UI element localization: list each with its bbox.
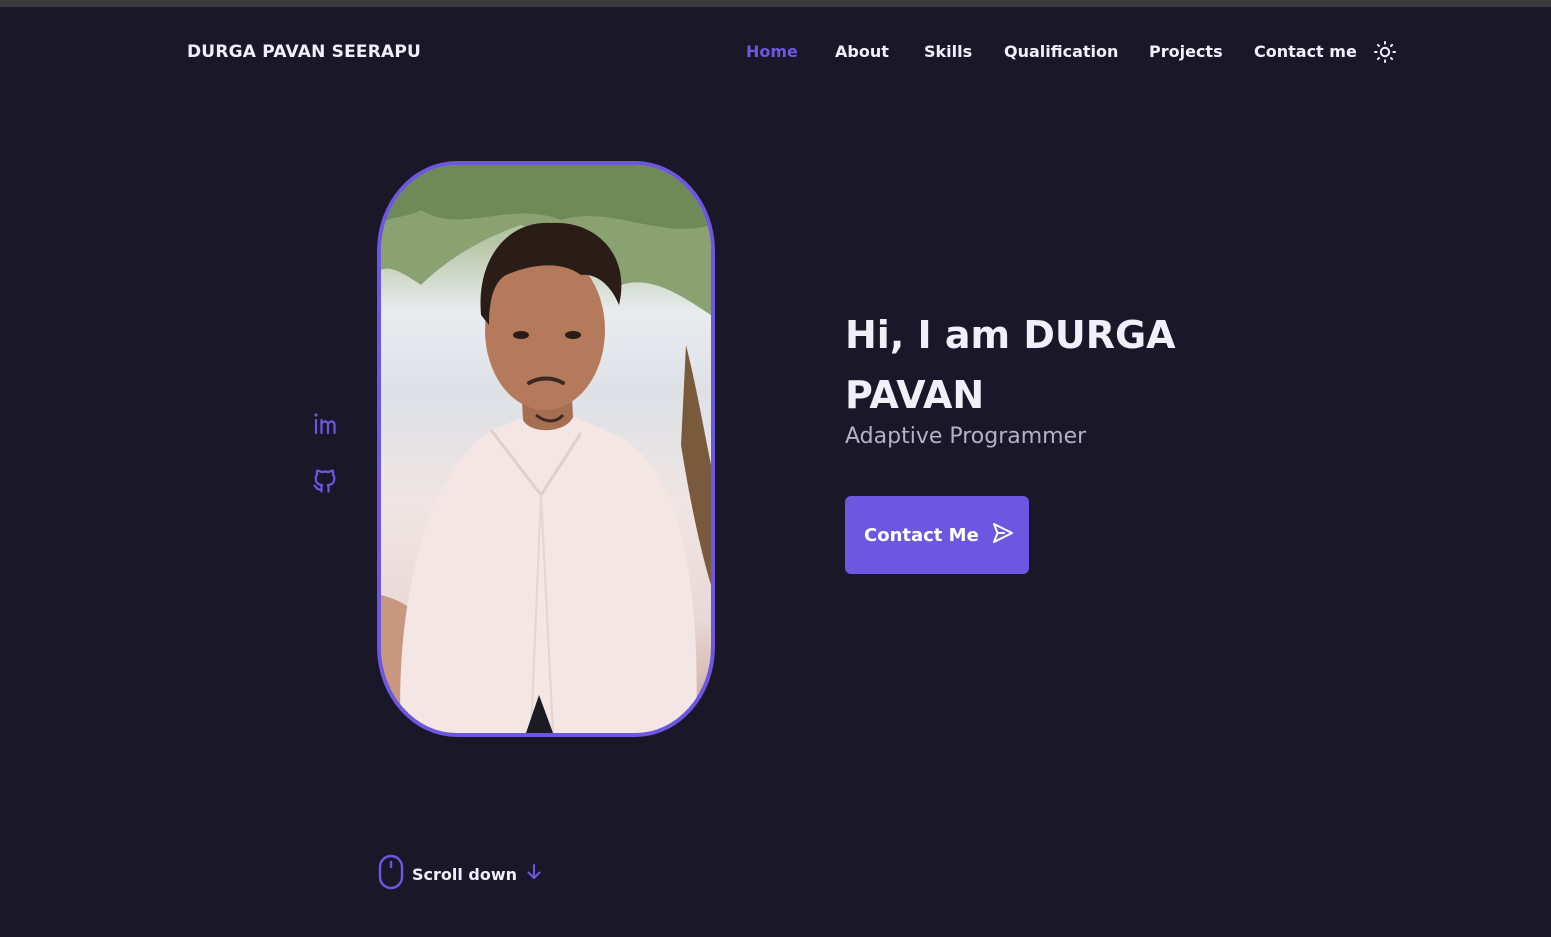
site-logo[interactable]: DURGA PAVAN SEERAPU [187, 42, 421, 62]
browser-top-strip [0, 0, 1551, 7]
nav-projects[interactable]: Projects [1149, 42, 1223, 61]
nav-qualification[interactable]: Qualification [1004, 42, 1118, 61]
nav-about[interactable]: About [835, 42, 889, 61]
arrow-down-icon [527, 864, 541, 884]
site-header: DURGA PAVAN SEERAPU Home About Skills Qu… [0, 7, 1551, 97]
linkedin-icon[interactable] [311, 410, 339, 438]
send-icon [991, 521, 1015, 550]
contact-me-button[interactable]: Contact Me [845, 496, 1029, 574]
nav-skills[interactable]: Skills [924, 42, 972, 61]
mouse-icon [378, 854, 404, 894]
profile-photo [377, 161, 715, 737]
hero-title: Hi, I am DURGA PAVAN [845, 313, 1176, 417]
nav-home[interactable]: Home [746, 42, 798, 61]
scroll-down-link[interactable]: Scroll down [378, 854, 541, 894]
github-icon[interactable] [311, 467, 339, 495]
contact-me-label: Contact Me [864, 524, 979, 546]
scroll-down-label: Scroll down [412, 864, 518, 884]
nav-contact[interactable]: Contact me [1254, 42, 1357, 61]
sun-icon[interactable] [1373, 40, 1397, 64]
hero-subtitle: Adaptive Programmer [845, 424, 1087, 449]
